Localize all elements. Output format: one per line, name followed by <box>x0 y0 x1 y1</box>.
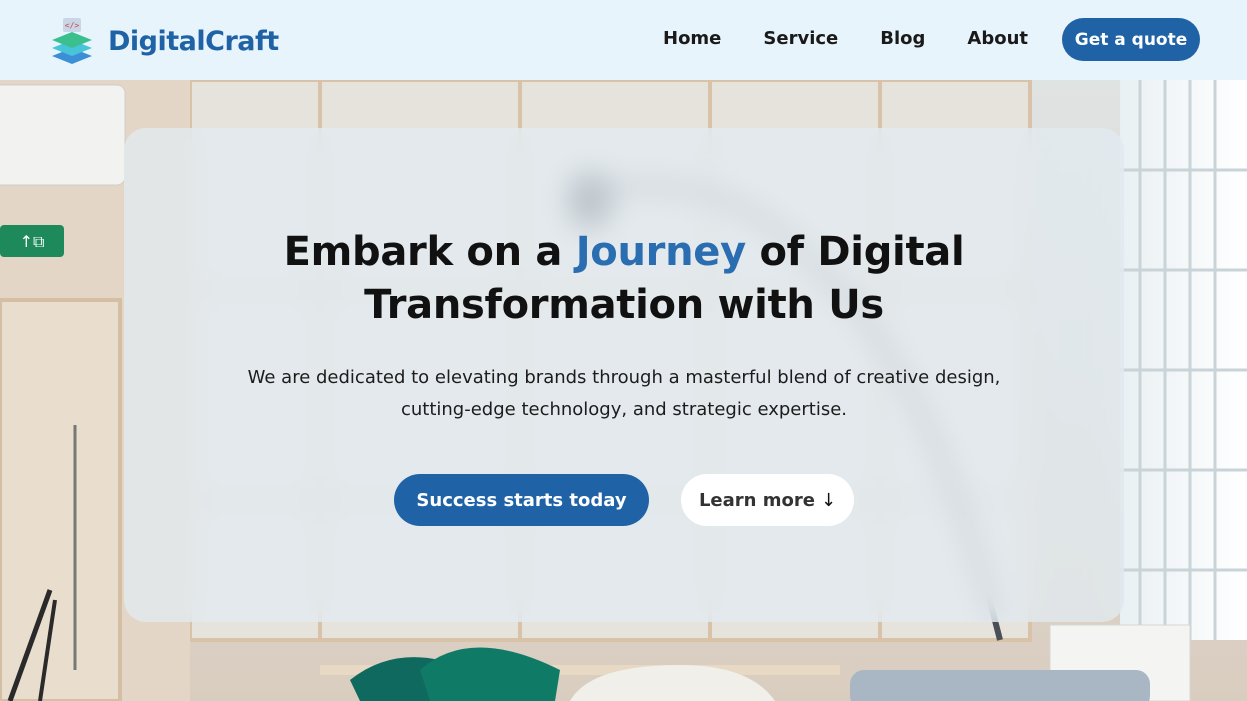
brand-name: DigitalCraft <box>108 25 279 57</box>
headline-part-1: Embark on a <box>283 229 576 275</box>
success-starts-today-button[interactable]: Success starts today <box>394 474 649 526</box>
brand-logo[interactable]: </> DigitalCraft <box>50 18 279 64</box>
learn-more-button[interactable]: Learn more ↓ <box>681 474 854 526</box>
layers-code-icon: </> <box>50 18 94 64</box>
main-nav: Home Service Blog About <box>663 28 1070 49</box>
learn-more-label: Learn more <box>698 489 815 511</box>
hero-subtext: We are dedicated to elevating brands thr… <box>247 367 1001 420</box>
site-header: </> DigitalCraft Home Service Blog About… <box>0 0 1247 80</box>
nav-blog[interactable]: Blog <box>880 28 925 49</box>
nav-home[interactable]: Home <box>663 28 721 49</box>
arrow-down-icon: ↓ <box>820 489 837 511</box>
get-a-quote-button[interactable]: Get a quote <box>1062 18 1200 61</box>
hero-card: Embark on a Journey of Digital Transform… <box>124 128 1124 622</box>
headline-accent: Journey <box>575 229 746 275</box>
hero-headline: Embark on a Journey of Digital Transform… <box>124 226 1124 332</box>
svg-text:</>: </> <box>65 21 80 30</box>
nav-about[interactable]: About <box>967 28 1028 49</box>
svg-text:↑⧉: ↑⧉ <box>20 232 45 251</box>
hero-section: ↑⧉ Embark on a Journey of Digital Transf… <box>0 80 1247 701</box>
nav-service[interactable]: Service <box>763 28 838 49</box>
